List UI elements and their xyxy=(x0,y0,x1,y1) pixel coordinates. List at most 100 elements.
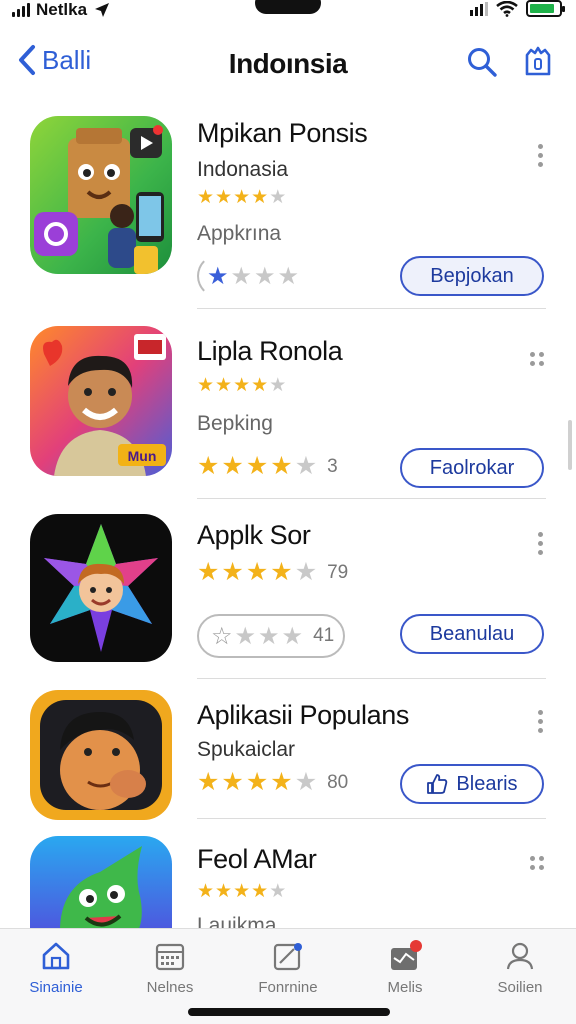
star-icon: ★ xyxy=(221,768,244,796)
app-category: Appkrına xyxy=(197,222,282,245)
star-icon: ★ xyxy=(197,187,215,208)
app-action-button[interactable]: Bepjokan xyxy=(400,256,544,296)
rate-star-icon[interactable]: ★ xyxy=(207,262,229,291)
scrollbar-thumb[interactable] xyxy=(568,420,572,470)
home-indicator[interactable] xyxy=(188,1008,390,1016)
tab-bar: Sinainie Nelnes Fonrnine Melis Soilien xyxy=(0,928,576,1024)
app-icon[interactable] xyxy=(30,690,172,820)
rate-star-icon[interactable]: ☆ xyxy=(211,622,233,651)
wifi-icon xyxy=(496,0,518,17)
rating-count: 80 xyxy=(327,772,349,793)
status-left: Netlka xyxy=(12,0,111,20)
home-icon xyxy=(42,942,70,970)
shopping-bag-icon xyxy=(525,46,551,76)
app-icon[interactable] xyxy=(30,116,172,274)
carrier-name: Netlka xyxy=(36,0,88,19)
star-rating: ★ ★ ★ ★ ★ xyxy=(197,376,286,395)
green-monster-icon xyxy=(30,836,172,928)
search-icon xyxy=(468,48,497,77)
star-icon: ★ xyxy=(221,452,244,480)
tab-label: Fonrnine xyxy=(258,979,318,996)
shopping-bag-button[interactable] xyxy=(522,44,554,83)
star-boy-icon xyxy=(30,514,172,662)
star-icon: ★ xyxy=(215,881,233,902)
star-icon: ★ xyxy=(245,558,269,586)
rate-star-icon[interactable]: ★ xyxy=(282,622,304,651)
list-item[interactable]: Feol AMar ★ ★ ★ ★ ★ Lauikma xyxy=(0,834,576,928)
list-item[interactable]: Aplikasii Populans Spukaiclar ★ ★ ★ ★ ★ 80 Bl… xyxy=(0,690,576,830)
app-icon[interactable] xyxy=(30,836,172,928)
star-rating-large: ★ ★ ★ ★ ★ 3 xyxy=(197,454,338,479)
location-arrow-icon xyxy=(95,3,110,17)
tab-label: Soilien xyxy=(497,979,543,996)
star-icon: ★ xyxy=(269,375,287,396)
cellular-signal-icon xyxy=(12,3,30,17)
app-action-button[interactable]: Faolrokar xyxy=(400,448,544,488)
more-options-button[interactable] xyxy=(534,710,546,733)
app-name: Mpikan Ponsis xyxy=(197,118,368,148)
app-name: Lipla Ronola xyxy=(197,336,343,366)
tab-news[interactable]: Nelnes xyxy=(120,939,220,996)
user-rating-control[interactable]: ★ ★ ★ ★ xyxy=(197,254,313,298)
rate-star-icon[interactable]: ★ xyxy=(235,622,257,651)
cartoon-characters-icon xyxy=(30,116,172,274)
tab-home[interactable]: Sinainie xyxy=(6,939,106,996)
star-icon: ★ xyxy=(294,558,318,586)
more-options-button[interactable] xyxy=(530,856,546,870)
app-action-button[interactable]: Blearis xyxy=(400,764,544,804)
app-list: Mpikan Ponsis Indonasia ★ ★ ★ ★ ★ Appkrına ★… xyxy=(0,106,576,928)
star-icon: ★ xyxy=(270,558,293,586)
app-action-button[interactable]: Beanulau xyxy=(400,614,544,654)
tab-profile[interactable]: Soilien xyxy=(470,939,570,996)
star-icon: ★ xyxy=(197,375,215,396)
star-rating: ★ ★ ★ ★ ★ 80 xyxy=(197,770,348,795)
star-icon: ★ xyxy=(294,768,318,796)
star-icon: ★ xyxy=(197,881,215,902)
app-subtitle: Indonasia xyxy=(197,158,289,181)
rating-count: 79 xyxy=(327,562,349,583)
icon-badge-text: Mun xyxy=(128,448,157,464)
star-rating: ★ ★ ★ ★ ★ 79 xyxy=(197,560,348,585)
star-icon: ★ xyxy=(245,452,269,480)
app-category: Lauikma xyxy=(197,914,277,928)
star-icon: ★ xyxy=(270,452,293,480)
star-icon: ★ xyxy=(197,768,220,796)
battery-icon xyxy=(526,0,565,17)
rate-star-icon[interactable]: ★ xyxy=(231,262,253,291)
star-rating: ★ ★ ★ ★ ★ xyxy=(197,188,286,207)
app-icon[interactable]: Mun xyxy=(30,326,172,476)
thumbs-up-icon xyxy=(427,774,448,794)
list-item[interactable]: Mun Lipla Ronola ★ ★ ★ ★ ★ Bepking ★ ★ ★ ★ ★ 3 Fa… xyxy=(0,326,576,496)
tab-mail[interactable]: Melis xyxy=(355,939,455,996)
list-item[interactable]: Applk Sor ★ ★ ★ ★ ★ 79 ☆ ★ ★ ★ 41 Beanulau xyxy=(0,514,576,674)
star-icon: ★ xyxy=(245,768,269,796)
star-icon: ★ xyxy=(269,187,287,208)
more-options-button[interactable] xyxy=(530,352,546,366)
user-rating-control[interactable]: ☆ ★ ★ ★ 41 xyxy=(197,614,345,658)
search-button[interactable] xyxy=(466,46,498,83)
app-name: Applk Sor xyxy=(197,520,311,550)
star-icon: ★ xyxy=(233,187,251,208)
list-item[interactable]: Mpikan Ponsis Indonasia ★ ★ ★ ★ ★ Appkrına ★… xyxy=(0,116,576,316)
star-icon: ★ xyxy=(197,452,220,480)
app-icon[interactable] xyxy=(30,514,172,662)
app-category: Bepking xyxy=(197,412,273,435)
tab-label: Melis xyxy=(387,979,423,996)
more-options-button[interactable] xyxy=(534,532,546,555)
row-divider xyxy=(197,678,546,679)
star-icon: ★ xyxy=(233,881,251,902)
star-icon: ★ xyxy=(215,375,233,396)
camera-notch xyxy=(255,0,321,14)
person-icon xyxy=(506,942,534,970)
rate-star-icon[interactable]: ★ xyxy=(254,262,276,291)
navigation-header: Balli Indoınsia xyxy=(0,36,576,92)
more-options-button[interactable] xyxy=(534,144,546,167)
rate-star-icon[interactable]: ★ xyxy=(258,622,280,651)
row-divider xyxy=(197,818,546,819)
row-divider xyxy=(197,498,546,499)
rate-star-icon[interactable]: ★ xyxy=(278,262,300,291)
tab-label: Sinainie xyxy=(29,979,83,996)
star-icon: ★ xyxy=(233,375,251,396)
smiling-man-icon: Mun xyxy=(30,326,172,476)
tab-edit[interactable]: Fonrnine xyxy=(238,939,338,996)
